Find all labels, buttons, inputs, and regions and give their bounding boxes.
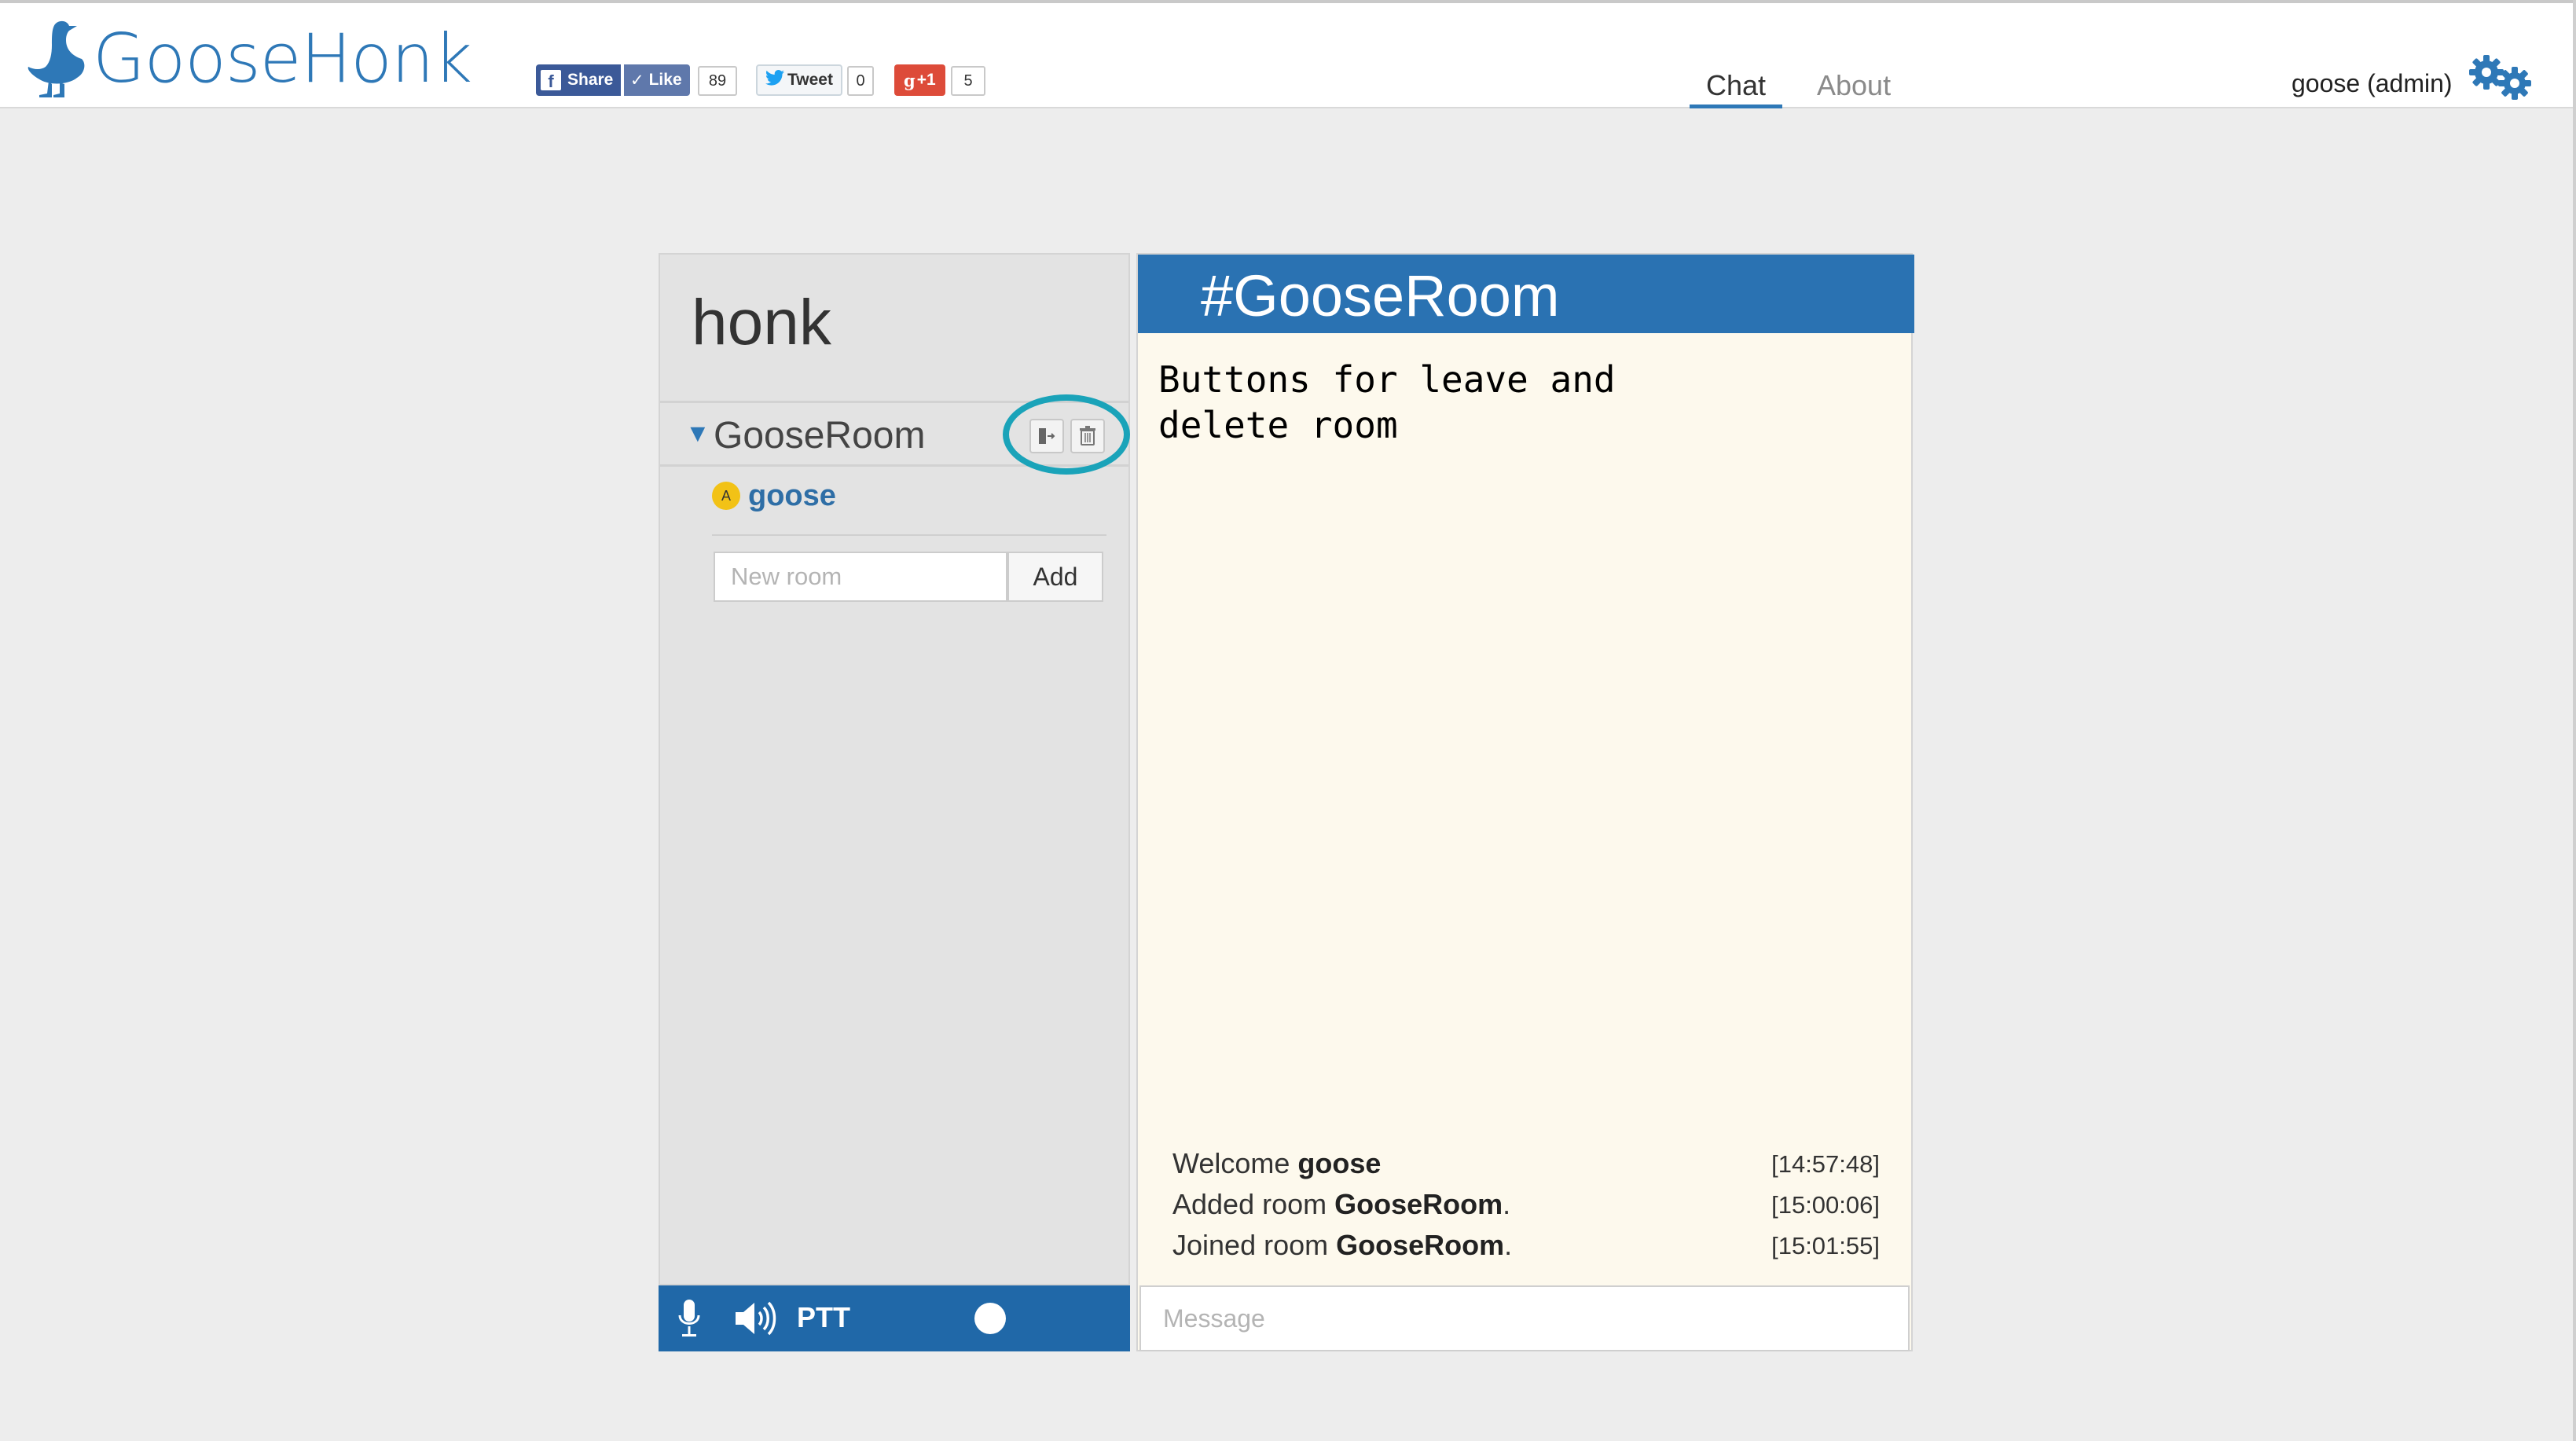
room-user-name[interactable]: goose [748,479,836,513]
audio-controls-bar: PTT [659,1285,1130,1351]
tweet-button[interactable]: Tweet [756,64,842,96]
window-right-border [2573,0,2576,1441]
tab-about[interactable]: About [1817,69,1891,108]
room-title: #GooseRoom [1201,263,1560,328]
microphone-icon[interactable] [677,1298,701,1339]
facebook-icon: f [541,70,561,90]
divider [712,534,1106,536]
facebook-like-count: 89 [698,66,737,96]
message-timestamp: [15:01:55] [1771,1232,1880,1260]
tweet-count: 0 [847,66,874,96]
google-plus-label: +1 [916,71,936,89]
current-user-label[interactable]: goose (admin) [2292,69,2453,98]
ptt-indicator[interactable] [974,1303,1006,1334]
google-plus-button[interactable]: g +1 [894,64,945,96]
speaker-icon[interactable] [734,1300,778,1337]
checkmark-icon: ✓ [630,71,644,90]
chat-message: Joined room GooseRoom. [15:01:55] [1172,1229,1880,1261]
admin-badge: A [712,482,740,510]
message-bold: GooseRoom [1334,1188,1503,1220]
room-header: #GooseRoom [1138,255,1914,333]
goose-logo-icon [28,20,85,97]
expand-caret-icon[interactable]: ▼ [685,419,710,448]
message-bold: GooseRoom [1336,1229,1505,1261]
google-g-icon: g [904,70,916,90]
settings-gear-icon[interactable] [2464,53,2537,102]
message-bold: goose [1297,1147,1382,1179]
tab-chat[interactable]: Chat [1690,69,1782,108]
chat-message: Added room GooseRoom. [15:00:06] [1172,1188,1880,1220]
tweet-label: Tweet [787,71,833,89]
server-name: honk [692,287,831,358]
room-name[interactable]: GooseRoom [714,414,925,457]
chat-message: Welcome goose [14:57:48] [1172,1147,1880,1179]
push-to-talk-label[interactable]: PTT [797,1301,850,1334]
chat-panel: #GooseRoom Buttons for leave and delete … [1136,253,1914,1351]
logo-text: GooseHonk [93,20,472,98]
message-timestamp: [15:00:06] [1771,1191,1880,1219]
message-timestamp: [14:57:48] [1771,1150,1880,1178]
room-user[interactable]: A goose [712,476,836,515]
twitter-bird-icon [765,69,784,91]
annotation-highlight-ring [1003,394,1130,475]
add-room-button[interactable]: Add [1007,552,1103,602]
facebook-share-label: Share [567,71,614,89]
logo[interactable]: GooseHonk [25,16,472,102]
annotation-note: Buttons for leave and delete room [1158,358,1616,446]
facebook-like-label: Like [648,71,682,89]
google-plus-count: 5 [951,66,985,96]
message-input[interactable]: Message [1139,1285,1910,1351]
top-navbar: GooseHonk f Share ✓ Like 89 Tweet 0 g +1… [0,3,2573,108]
new-room-input[interactable]: New room [714,552,1007,602]
facebook-share-button[interactable]: f Share [536,64,622,96]
facebook-like-button[interactable]: ✓ Like [624,64,690,96]
